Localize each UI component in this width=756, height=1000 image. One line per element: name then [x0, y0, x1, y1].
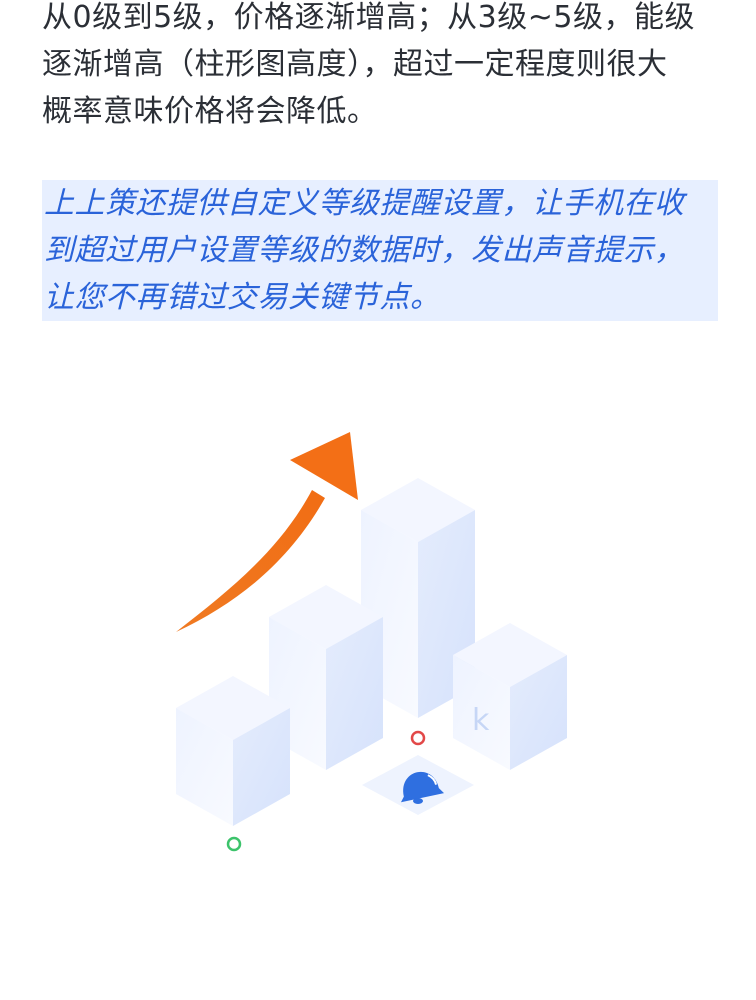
paragraph-line: 逐渐增高（柱形图高度），超过一定程度则很大 — [42, 47, 668, 82]
level-bars-illustration: k — [176, 432, 567, 852]
red-ring-marker — [410, 730, 426, 746]
green-ring-marker — [226, 836, 242, 852]
highlight-line: 上上策还提供自定义等级提醒设置，让手机在收 — [42, 180, 718, 227]
box-letter: k — [472, 703, 490, 738]
box-short — [176, 676, 290, 826]
highlight-line: 到超过用户设置等级的数据时，发出声音提示， — [42, 227, 718, 274]
description-paragraph: 从0级到5级，价格逐渐增高；从3级~5级，能级 逐渐增高（柱形图高度），超过一定… — [42, 0, 718, 135]
page: 从0级到5级，价格逐渐增高；从3级~5级，能级 逐渐增高（柱形图高度），超过一定… — [0, 0, 756, 1000]
highlight-line: 让您不再错过交易关键节点。 — [42, 274, 718, 321]
paragraph-line: 概率意味价格将会降低。 — [42, 94, 378, 129]
highlight-paragraph: 上上策还提供自定义等级提醒设置，让手机在收 到超过用户设置等级的数据时，发出声音… — [42, 180, 718, 321]
paragraph-line: 从0级到5级，价格逐渐增高；从3级~5级，能级 — [42, 0, 695, 35]
